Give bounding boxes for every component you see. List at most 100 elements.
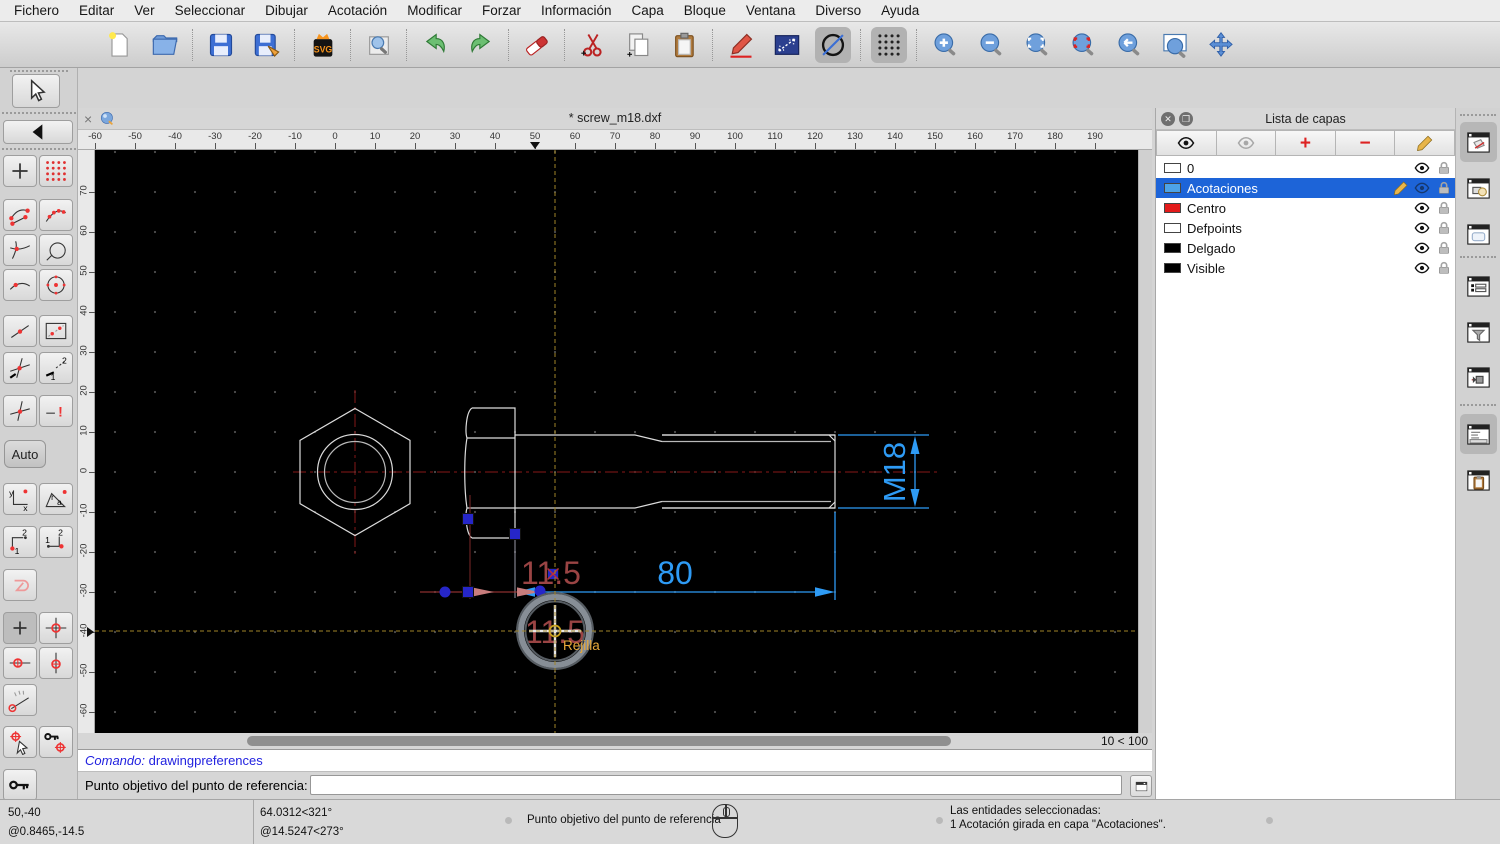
rel-point-a-button[interactable]: 12 <box>3 526 37 558</box>
menu-fichero[interactable]: Fichero <box>4 0 69 22</box>
layer-row-centro[interactable]: Centro <box>1156 198 1455 218</box>
selection-filter-dock-button[interactable] <box>1460 312 1497 352</box>
open-file-button[interactable] <box>147 27 183 63</box>
print-preview-button[interactable] <box>361 27 397 63</box>
layer-row-delgado[interactable]: Delgado <box>1156 238 1455 258</box>
snap-dimension-button[interactable] <box>39 315 73 347</box>
save-file-button[interactable] <box>203 27 239 63</box>
command-input[interactable] <box>310 775 1122 795</box>
select-cursor-button[interactable] <box>12 74 60 108</box>
grid-toggle-button[interactable] <box>871 26 907 63</box>
edit-layer-button[interactable] <box>1395 130 1455 156</box>
angle-meter-button[interactable] <box>3 684 37 716</box>
layer-lock-icon[interactable] <box>1436 200 1452 216</box>
layer-lock-icon[interactable] <box>1436 160 1452 176</box>
rel-point-b-button[interactable]: 12 <box>39 526 73 558</box>
entity-list-dock-button[interactable] <box>1460 266 1497 306</box>
dim-80-text[interactable]: 80 <box>657 555 693 591</box>
layer-visibility-eye-icon[interactable] <box>1414 240 1430 256</box>
lock-relative-zero-button[interactable] <box>3 769 37 801</box>
menu-forzar[interactable]: Forzar <box>472 0 531 22</box>
zoom-pan-button[interactable] <box>1203 27 1239 63</box>
zoom-out-button[interactable] <box>973 27 1009 63</box>
layer-visibility-eye-icon[interactable] <box>1414 160 1430 176</box>
layer-lock-icon[interactable] <box>1436 180 1452 196</box>
snap-free-button[interactable] <box>3 155 37 187</box>
snap-tangent-button[interactable] <box>39 234 73 266</box>
menu-editar[interactable]: Editar <box>69 0 124 22</box>
undo-button[interactable] <box>417 27 453 63</box>
layer-visibility-eye-icon[interactable] <box>1414 180 1430 196</box>
export-svg-button[interactable]: SVG <box>305 27 341 63</box>
clipboard-dock-button[interactable] <box>1460 460 1497 500</box>
snap-intersection-manual-button[interactable]: 12 <box>39 352 73 384</box>
menu-modificar[interactable]: Modificar <box>397 0 472 22</box>
snap-nothing-button[interactable]: ! <box>39 395 73 427</box>
layer-visibility-eye-icon[interactable] <box>1414 200 1430 216</box>
show-all-layers-button[interactable] <box>1156 130 1217 156</box>
coord-cartesian-button[interactable]: yx <box>3 483 37 515</box>
circle-construction-button[interactable] <box>815 26 851 63</box>
snap-endpoint-button[interactable] <box>3 199 37 231</box>
restrict-horizontal-button[interactable] <box>3 647 37 679</box>
menu-diverso[interactable]: Diverso <box>805 0 871 22</box>
zoom-auto-button[interactable] <box>1019 27 1055 63</box>
horizontal-scrollbar-thumb[interactable] <box>247 736 951 746</box>
block-list-dock-button[interactable] <box>1460 168 1497 208</box>
save-as-button[interactable] <box>249 27 285 63</box>
layer-lock-icon[interactable] <box>1436 240 1452 256</box>
zoom-selection-button[interactable] <box>1065 27 1101 63</box>
lock-relative-zero-target-button[interactable] <box>39 726 73 758</box>
vertical-scrollbar[interactable] <box>1138 150 1152 733</box>
snap-center-button[interactable] <box>39 269 73 301</box>
set-relative-zero-button[interactable] <box>3 726 37 758</box>
library-browser-dock-button[interactable] <box>1460 214 1497 254</box>
snap-grid-button[interactable] <box>39 155 73 187</box>
restrict-cross-button[interactable] <box>3 395 37 427</box>
exclusive-snap-button[interactable] <box>3 569 37 601</box>
drawing-canvas[interactable]: M18 80 11.5 11.5 <box>95 150 1138 733</box>
delete-entities-button[interactable] <box>519 27 555 63</box>
snap-intersection-auto-button[interactable] <box>3 352 37 384</box>
zoom-in-button[interactable] <box>927 27 963 63</box>
layer-row-acotaciones[interactable]: Acotaciones <box>1156 178 1455 198</box>
dimension-dock-button[interactable] <box>1460 357 1497 397</box>
remove-layer-button[interactable]: − <box>1335 130 1396 156</box>
zoom-window-button[interactable] <box>1157 27 1193 63</box>
command-dock-button[interactable] <box>1460 414 1497 454</box>
menu-seleccionar[interactable]: Seleccionar <box>165 0 256 22</box>
redo-button[interactable] <box>463 27 499 63</box>
restrict-free-button[interactable] <box>3 612 37 644</box>
layer-row-0[interactable]: 0 <box>1156 158 1455 178</box>
restrict-vertical-button[interactable] <box>39 647 73 679</box>
dim-m18-text[interactable]: M18 <box>877 442 912 502</box>
menu-informacion[interactable]: Información <box>531 0 622 22</box>
auto-mode-button[interactable]: Auto <box>4 440 46 468</box>
back-button[interactable] <box>3 120 73 144</box>
new-file-button[interactable] <box>101 27 137 63</box>
layer-row-visible[interactable]: Visible <box>1156 258 1455 278</box>
restrict-both-button[interactable] <box>39 612 73 644</box>
snap-middle-button[interactable] <box>3 315 37 347</box>
layer-list-dock-button[interactable] <box>1460 122 1497 162</box>
copy-button[interactable] <box>621 27 657 63</box>
horizontal-scrollbar[interactable]: 10 < 100 <box>78 733 1152 749</box>
zoom-previous-button[interactable] <box>1111 27 1147 63</box>
layer-lock-icon[interactable] <box>1436 260 1452 276</box>
add-layer-button[interactable]: + <box>1276 130 1336 156</box>
paste-button[interactable] <box>667 27 703 63</box>
command-detach-button[interactable] <box>1130 775 1152 797</box>
layer-edit-pencil-icon[interactable] <box>1393 180 1409 196</box>
menu-capa[interactable]: Capa <box>622 0 674 22</box>
layer-visibility-eye-icon[interactable] <box>1414 260 1430 276</box>
layer-visibility-eye-icon[interactable] <box>1414 220 1430 236</box>
menu-dibujar[interactable]: Dibujar <box>255 0 318 22</box>
menu-ver[interactable]: Ver <box>124 0 164 22</box>
menu-ventana[interactable]: Ventana <box>736 0 806 22</box>
layer-row-defpoints[interactable]: Defpoints <box>1156 218 1455 238</box>
coord-polar-button[interactable]: ra <box>39 483 73 515</box>
angle-line-button[interactable] <box>769 27 805 63</box>
pen-attributes-button[interactable] <box>723 27 759 63</box>
menu-ayuda[interactable]: Ayuda <box>871 0 929 22</box>
snap-intersection-button[interactable] <box>3 234 37 266</box>
